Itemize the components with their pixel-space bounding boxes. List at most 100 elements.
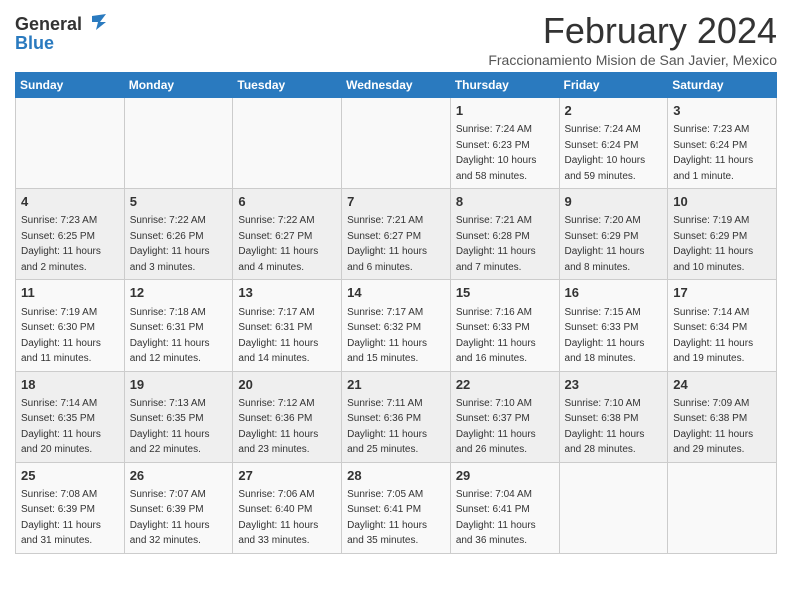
day-number: 23 bbox=[565, 376, 663, 394]
calendar-day-cell: 15Sunrise: 7:16 AM Sunset: 6:33 PM Dayli… bbox=[450, 280, 559, 371]
calendar-day-cell: 19 Sunrise: 7:13 AM Sunset: 6:35 PM Dayli… bbox=[124, 371, 233, 462]
day-info: Sunrise: 7:23 AM Sunset: 6:24 PM Dayligh… bbox=[673, 124, 753, 182]
day-info: Sunrise: 7:20 AM Sunset: 6:29 PM Dayligh… bbox=[565, 215, 645, 273]
weekday-header-cell: Sunday bbox=[16, 73, 125, 98]
day-info: Sunrise: 7:05 AM Sunset: 6:41 PM Dayligh… bbox=[347, 489, 427, 547]
calendar-day-cell bbox=[342, 98, 451, 189]
day-number: 5 bbox=[130, 193, 228, 211]
calendar-week-row: 18Sunrise: 7:14 AM Sunset: 6:35 PM Dayli… bbox=[16, 371, 777, 462]
logo-blue-text: Blue bbox=[15, 34, 54, 52]
day-number: 1 bbox=[456, 102, 554, 120]
day-info: Sunrise: 7:21 AM Sunset: 6:27 PM Dayligh… bbox=[347, 215, 427, 273]
day-number: 27 bbox=[238, 467, 336, 485]
calendar-day-cell bbox=[233, 98, 342, 189]
calendar-day-cell: 8 Sunrise: 7:21 AM Sunset: 6:28 PM Daylig… bbox=[450, 189, 559, 280]
day-number: 9 bbox=[565, 193, 663, 211]
day-info: Sunrise: 7:10 AM Sunset: 6:37 PM Dayligh… bbox=[456, 398, 536, 456]
logo-bird-icon bbox=[84, 12, 106, 34]
day-info: Sunrise: 7:19 AM Sunset: 6:29 PM Dayligh… bbox=[673, 215, 753, 273]
weekday-header-cell: Thursday bbox=[450, 73, 559, 98]
day-info: Sunrise: 7:07 AM Sunset: 6:39 PM Dayligh… bbox=[130, 489, 210, 547]
calendar-day-cell: 12Sunrise: 7:18 AM Sunset: 6:31 PM Dayli… bbox=[124, 280, 233, 371]
calendar-week-row: 11Sunrise: 7:19 AM Sunset: 6:30 PM Dayli… bbox=[16, 280, 777, 371]
calendar-day-cell: 3 Sunrise: 7:23 AM Sunset: 6:24 PM Daylig… bbox=[668, 98, 777, 189]
day-info: Sunrise: 7:04 AM Sunset: 6:41 PM Dayligh… bbox=[456, 489, 536, 547]
calendar-day-cell bbox=[124, 98, 233, 189]
calendar-day-cell: 17Sunrise: 7:14 AM Sunset: 6:34 PM Dayli… bbox=[668, 280, 777, 371]
day-info: Sunrise: 7:21 AM Sunset: 6:28 PM Dayligh… bbox=[456, 215, 536, 273]
day-number: 22 bbox=[456, 376, 554, 394]
day-info: Sunrise: 7:13 AM Sunset: 6:35 PM Dayligh… bbox=[130, 398, 210, 456]
logo: General Blue bbox=[15, 14, 106, 52]
calendar-body: 1 Sunrise: 7:24 AM Sunset: 6:23 PM Daylig… bbox=[16, 98, 777, 554]
calendar-day-cell: 18Sunrise: 7:14 AM Sunset: 6:35 PM Dayli… bbox=[16, 371, 125, 462]
calendar-day-cell: 1 Sunrise: 7:24 AM Sunset: 6:23 PM Daylig… bbox=[450, 98, 559, 189]
weekday-header-cell: Tuesday bbox=[233, 73, 342, 98]
day-info: Sunrise: 7:17 AM Sunset: 6:32 PM Dayligh… bbox=[347, 307, 427, 365]
calendar-day-cell: 20Sunrise: 7:12 AM Sunset: 6:36 PM Dayli… bbox=[233, 371, 342, 462]
day-number: 20 bbox=[238, 376, 336, 394]
day-number: 2 bbox=[565, 102, 663, 120]
day-info: Sunrise: 7:10 AM Sunset: 6:38 PM Dayligh… bbox=[565, 398, 645, 456]
weekday-header-cell: Saturday bbox=[668, 73, 777, 98]
calendar-day-cell: 24Sunrise: 7:09 AM Sunset: 6:38 PM Dayli… bbox=[668, 371, 777, 462]
day-number: 26 bbox=[130, 467, 228, 485]
day-info: Sunrise: 7:16 AM Sunset: 6:33 PM Dayligh… bbox=[456, 307, 536, 365]
calendar-table: SundayMondayTuesdayWednesdayThursdayFrid… bbox=[15, 72, 777, 554]
calendar-week-row: 4 Sunrise: 7:23 AM Sunset: 6:25 PM Daylig… bbox=[16, 189, 777, 280]
calendar-week-row: 1 Sunrise: 7:24 AM Sunset: 6:23 PM Daylig… bbox=[16, 98, 777, 189]
day-info: Sunrise: 7:08 AM Sunset: 6:39 PM Dayligh… bbox=[21, 489, 101, 547]
calendar-day-cell: 26 Sunrise: 7:07 AM Sunset: 6:39 PM Dayli… bbox=[124, 462, 233, 553]
day-number: 16 bbox=[565, 284, 663, 302]
day-number: 19 bbox=[130, 376, 228, 394]
calendar-day-cell: 28Sunrise: 7:05 AM Sunset: 6:41 PM Dayli… bbox=[342, 462, 451, 553]
day-info: Sunrise: 7:22 AM Sunset: 6:27 PM Dayligh… bbox=[238, 215, 318, 273]
calendar-day-cell: 4 Sunrise: 7:23 AM Sunset: 6:25 PM Daylig… bbox=[16, 189, 125, 280]
calendar-day-cell: 13 Sunrise: 7:17 AM Sunset: 6:31 PM Dayli… bbox=[233, 280, 342, 371]
calendar-day-cell: 16 Sunrise: 7:15 AM Sunset: 6:33 PM Dayli… bbox=[559, 280, 668, 371]
calendar-day-cell: 29 Sunrise: 7:04 AM Sunset: 6:41 PM Dayli… bbox=[450, 462, 559, 553]
calendar-day-cell: 27 Sunrise: 7:06 AM Sunset: 6:40 PM Dayli… bbox=[233, 462, 342, 553]
calendar-week-row: 25 Sunrise: 7:08 AM Sunset: 6:39 PM Dayli… bbox=[16, 462, 777, 553]
day-number: 4 bbox=[21, 193, 119, 211]
header: General Blue February 2024 Fraccionamien… bbox=[15, 10, 777, 68]
title-block: February 2024 Fraccionamiento Mision de … bbox=[488, 10, 777, 68]
day-info: Sunrise: 7:17 AM Sunset: 6:31 PM Dayligh… bbox=[238, 307, 318, 365]
day-number: 29 bbox=[456, 467, 554, 485]
weekday-header-cell: Wednesday bbox=[342, 73, 451, 98]
day-info: Sunrise: 7:23 AM Sunset: 6:25 PM Dayligh… bbox=[21, 215, 101, 273]
calendar-title: February 2024 bbox=[488, 10, 777, 52]
day-number: 25 bbox=[21, 467, 119, 485]
calendar-day-cell: 2 Sunrise: 7:24 AM Sunset: 6:24 PM Daylig… bbox=[559, 98, 668, 189]
calendar-subtitle: Fraccionamiento Mision de San Javier, Me… bbox=[488, 52, 777, 68]
day-info: Sunrise: 7:22 AM Sunset: 6:26 PM Dayligh… bbox=[130, 215, 210, 273]
calendar-day-cell: 14 Sunrise: 7:17 AM Sunset: 6:32 PM Dayli… bbox=[342, 280, 451, 371]
day-number: 7 bbox=[347, 193, 445, 211]
day-number: 3 bbox=[673, 102, 771, 120]
day-number: 8 bbox=[456, 193, 554, 211]
calendar-day-cell: 6Sunrise: 7:22 AM Sunset: 6:27 PM Daylig… bbox=[233, 189, 342, 280]
weekday-header-row: SundayMondayTuesdayWednesdayThursdayFrid… bbox=[16, 73, 777, 98]
calendar-day-cell: 23 Sunrise: 7:10 AM Sunset: 6:38 PM Dayli… bbox=[559, 371, 668, 462]
day-number: 21 bbox=[347, 376, 445, 394]
day-number: 17 bbox=[673, 284, 771, 302]
weekday-header-cell: Friday bbox=[559, 73, 668, 98]
day-number: 10 bbox=[673, 193, 771, 211]
calendar-day-cell bbox=[668, 462, 777, 553]
day-info: Sunrise: 7:06 AM Sunset: 6:40 PM Dayligh… bbox=[238, 489, 318, 547]
calendar-day-cell: 22 Sunrise: 7:10 AM Sunset: 6:37 PM Dayli… bbox=[450, 371, 559, 462]
calendar-day-cell: 9 Sunrise: 7:20 AM Sunset: 6:29 PM Daylig… bbox=[559, 189, 668, 280]
day-number: 12 bbox=[130, 284, 228, 302]
day-info: Sunrise: 7:24 AM Sunset: 6:23 PM Dayligh… bbox=[456, 124, 537, 182]
calendar-day-cell bbox=[559, 462, 668, 553]
day-info: Sunrise: 7:15 AM Sunset: 6:33 PM Dayligh… bbox=[565, 307, 645, 365]
day-info: Sunrise: 7:24 AM Sunset: 6:24 PM Dayligh… bbox=[565, 124, 646, 182]
day-number: 14 bbox=[347, 284, 445, 302]
day-number: 13 bbox=[238, 284, 336, 302]
day-info: Sunrise: 7:11 AM Sunset: 6:36 PM Dayligh… bbox=[347, 398, 427, 456]
calendar-day-cell: 5 Sunrise: 7:22 AM Sunset: 6:26 PM Daylig… bbox=[124, 189, 233, 280]
calendar-day-cell: 25 Sunrise: 7:08 AM Sunset: 6:39 PM Dayli… bbox=[16, 462, 125, 553]
day-info: Sunrise: 7:09 AM Sunset: 6:38 PM Dayligh… bbox=[673, 398, 753, 456]
day-info: Sunrise: 7:14 AM Sunset: 6:35 PM Dayligh… bbox=[21, 398, 101, 456]
calendar-day-cell: 11Sunrise: 7:19 AM Sunset: 6:30 PM Dayli… bbox=[16, 280, 125, 371]
